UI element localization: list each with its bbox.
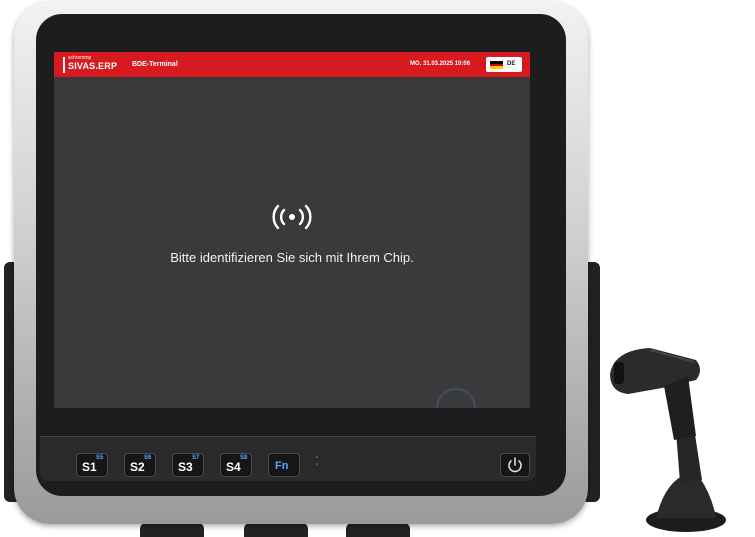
key-alt-label: S5 xyxy=(96,455,104,461)
key-s4[interactable]: S4 S8 xyxy=(220,453,252,477)
identify-prompt: Bitte identifizieren Sie sich mit Ihrem … xyxy=(170,250,414,265)
nfc-icon xyxy=(272,204,312,230)
hardware-keypad: S1 S5 S2 S6 S3 S7 S4 S8 Fn xyxy=(40,436,536,481)
key-fn[interactable]: Fn xyxy=(268,453,300,477)
key-label: S3 xyxy=(178,460,193,474)
key-label: S4 xyxy=(226,460,241,474)
key-s3[interactable]: S3 S7 xyxy=(172,453,204,477)
brand-logo: SIVAS.ERP xyxy=(68,61,118,71)
power-button[interactable] xyxy=(500,453,530,477)
terminal-screen: schremmp SIVAS.ERP BDE-Terminal MO. 31.0… xyxy=(54,52,530,408)
brand-logo-bar xyxy=(63,57,65,73)
language-label: DE xyxy=(507,61,516,67)
key-label: S2 xyxy=(130,460,145,474)
key-s2[interactable]: S2 S6 xyxy=(124,453,156,477)
app-title: BDE-Terminal xyxy=(132,61,178,68)
key-alt-label: S6 xyxy=(144,455,152,461)
datetime: MO. 31.03.2025 10:06 xyxy=(410,61,471,67)
key-alt-label: S8 xyxy=(240,455,248,461)
flag-de-icon xyxy=(490,61,503,69)
key-label: Fn xyxy=(275,460,289,472)
background-watermark xyxy=(436,388,476,408)
power-icon xyxy=(508,457,522,473)
indicator-dots xyxy=(316,456,319,468)
key-alt-label: S7 xyxy=(192,455,200,461)
header-bar: schremmp SIVAS.ERP BDE-Terminal MO. 31.0… xyxy=(54,52,530,77)
key-s1[interactable]: S1 S5 xyxy=(76,453,108,477)
barcode-scanner xyxy=(610,348,726,532)
key-label: S1 xyxy=(82,460,97,474)
language-selector[interactable]: DE xyxy=(486,57,522,72)
